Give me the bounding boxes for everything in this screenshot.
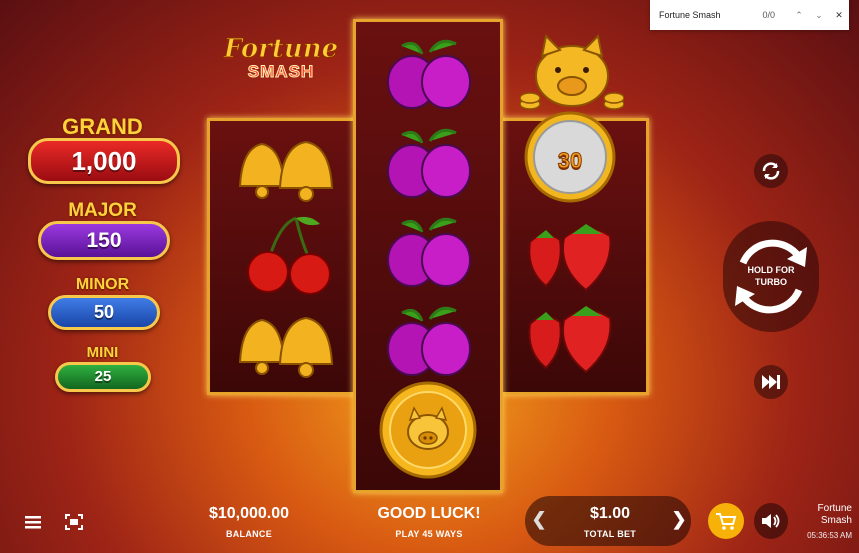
hamburger-icon <box>25 516 41 529</box>
fullscreen-button[interactable] <box>63 512 85 532</box>
bet-decrease-button[interactable]: ❮ <box>530 509 548 530</box>
jackpot-major-value: 150 <box>38 221 170 260</box>
status-message: GOOD LUCK! <box>377 505 481 522</box>
find-count: 0/0 <box>762 10 775 20</box>
refresh-icon <box>762 162 780 180</box>
strawberry-icon <box>528 224 612 292</box>
jackpot-mini-label: MINI <box>86 344 119 361</box>
spin-button[interactable]: HOLD FOR TURBO <box>723 221 819 332</box>
plum-icon <box>387 306 471 376</box>
game-logo: Fortune SMASH <box>222 34 340 98</box>
total-bet-label: TOTAL BET <box>583 529 637 539</box>
plum-icon <box>387 39 471 109</box>
find-bar: Fortune Smash 0/0 ⌃ ⌄ ✕ <box>650 0 849 30</box>
piggy-bank-icon <box>520 33 624 110</box>
status-sub-message: PLAY 45 WAYS <box>395 529 463 539</box>
bet-increase-button[interactable]: ❯ <box>670 509 688 530</box>
balance-value: $10,000.00 <box>208 505 290 522</box>
find-close-button[interactable]: ✕ <box>829 10 849 21</box>
jackpot-mini-value: 25 <box>55 362 151 392</box>
cart-icon <box>716 513 737 530</box>
pig-coin-icon <box>379 381 477 479</box>
speaker-icon <box>762 514 780 528</box>
menu-button[interactable] <box>22 512 44 532</box>
find-previous-button[interactable]: ⌃ <box>789 10 809 21</box>
logo-line2: SMASH <box>247 62 315 82</box>
clock: 05:36:53 AM <box>807 531 852 540</box>
sound-button[interactable] <box>754 503 788 539</box>
bell-icon <box>238 140 334 202</box>
jackpot-minor-label: MINOR <box>75 276 130 293</box>
fullscreen-icon <box>65 514 83 530</box>
strawberry-icon <box>528 306 612 374</box>
fast-forward-icon <box>762 375 780 389</box>
jackpot-grand-value: 1,000 <box>28 138 180 184</box>
jackpot-grand-label: GRAND <box>62 114 143 139</box>
coin-value: 30 <box>557 148 583 174</box>
plum-icon <box>387 128 471 198</box>
jackpot-minor-value: 50 <box>48 295 160 330</box>
autoplay-button[interactable] <box>754 154 788 188</box>
buy-feature-button[interactable] <box>708 503 744 539</box>
total-bet-value: $1.00 <box>589 505 631 522</box>
hold-for-turbo-label: HOLD FOR TURBO <box>747 265 795 287</box>
bell-icon <box>238 316 334 378</box>
find-query[interactable]: Fortune Smash <box>659 10 762 20</box>
balance-label: BALANCE <box>225 529 273 539</box>
game-name: Fortune Smash <box>817 503 852 526</box>
plum-icon <box>387 217 471 287</box>
jackpot-major-label: MAJOR <box>68 200 137 221</box>
cherry-icon <box>247 216 331 295</box>
logo-line1: Fortune <box>223 34 339 65</box>
find-next-button[interactable]: ⌄ <box>809 10 829 21</box>
turbo-button[interactable] <box>754 365 788 399</box>
